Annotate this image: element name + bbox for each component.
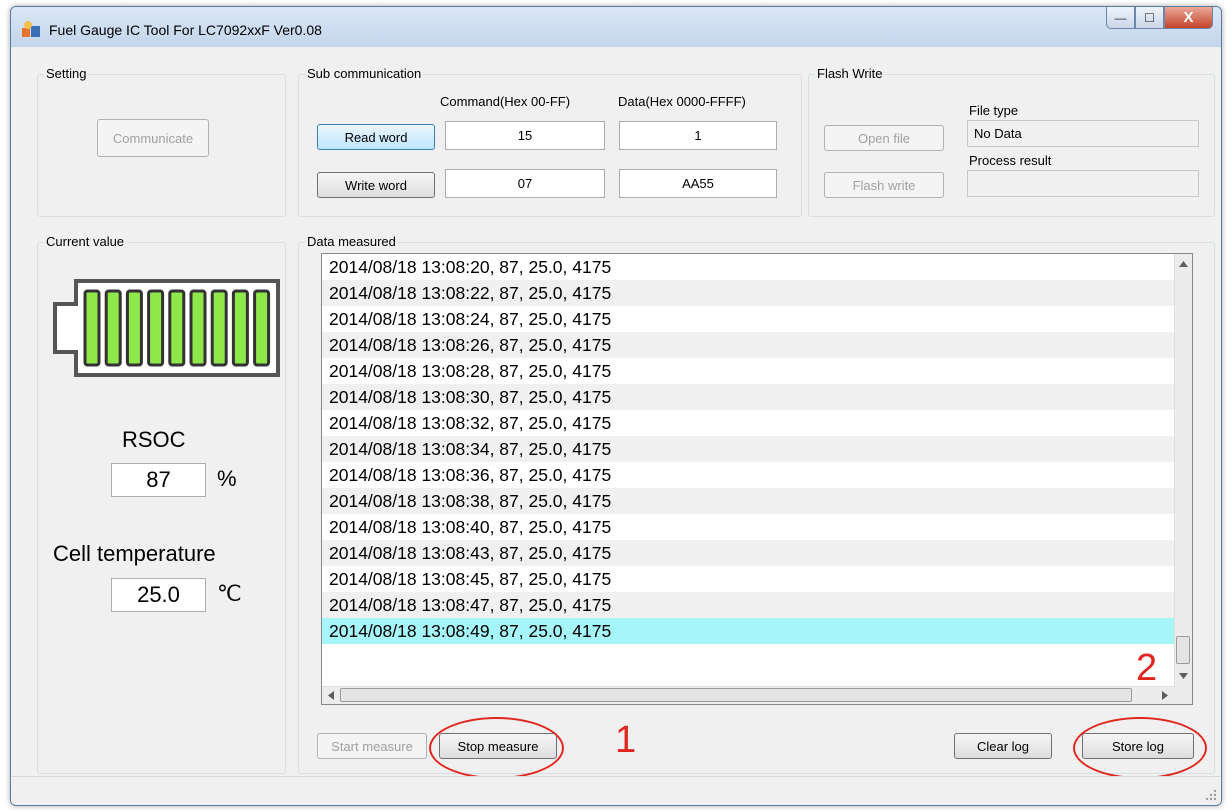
log-listbox[interactable]: 2014/08/18 13:08:20, 87, 25.0, 4175 2014/…: [321, 253, 1193, 705]
current-value-label: Current value: [44, 234, 127, 249]
log-row[interactable]: 2014/08/18 13:08:24, 87, 25.0, 4175: [322, 306, 1192, 332]
log-row[interactable]: 2014/08/18 13:08:32, 87, 25.0, 4175: [322, 410, 1192, 436]
rsoc-unit: %: [217, 466, 237, 491]
log-row[interactable]: 2014/08/18 13:08:45, 87, 25.0, 4175: [322, 566, 1192, 592]
cell-temperature-label: Cell temperature: [53, 541, 216, 566]
scroll-up-arrow-icon[interactable]: [1179, 261, 1188, 267]
window-title: Fuel Gauge IC Tool For LC7092xxF Ver0.08: [49, 22, 322, 38]
log-row[interactable]: 2014/08/18 13:08:49, 87, 25.0, 4175: [322, 618, 1192, 644]
battery-bar: [253, 289, 271, 367]
resize-grip-icon[interactable]: [1205, 789, 1217, 801]
data-column-header: Data(Hex 0000-FFFF): [618, 94, 746, 109]
log-row[interactable]: 2014/08/18 13:08:38, 87, 25.0, 4175: [322, 488, 1192, 514]
battery-bar: [83, 289, 101, 367]
log-row[interactable]: 2014/08/18 13:08:43, 87, 25.0, 4175: [322, 540, 1192, 566]
sub-communication-label: Sub communication: [305, 66, 424, 81]
stop-measure-highlight: [429, 717, 564, 779]
write-data-input[interactable]: AA55: [619, 169, 777, 198]
scroll-right-arrow-icon[interactable]: [1162, 691, 1168, 700]
communicate-button[interactable]: Communicate: [97, 119, 209, 157]
cell-temperature-value: 25.0: [111, 578, 206, 612]
scrollbar-corner: [1175, 687, 1192, 704]
data-measured-label: Data measured: [305, 234, 398, 249]
annotation-marker-1: 1: [615, 719, 637, 761]
battery-bar: [104, 289, 122, 367]
setting-group-label: Setting: [44, 66, 89, 81]
log-row[interactable]: 2014/08/18 13:08:22, 87, 25.0, 4175: [322, 280, 1192, 306]
open-file-button[interactable]: Open file: [824, 125, 944, 151]
write-command-input[interactable]: 07: [445, 169, 605, 198]
client-area: Setting Communicate Sub communication Co…: [19, 47, 1215, 779]
battery-bar: [125, 289, 143, 367]
annotation-marker-2: 2: [1136, 647, 1158, 689]
battery-bar: [189, 289, 207, 367]
battery-bar: [147, 289, 165, 367]
vertical-scrollbar[interactable]: [1174, 254, 1192, 687]
minimize-button[interactable]: —: [1106, 7, 1135, 29]
process-result-field: [967, 170, 1199, 197]
start-measure-button[interactable]: Start measure: [317, 733, 427, 759]
title-bar[interactable]: Fuel Gauge IC Tool For LC7092xxF Ver0.08…: [11, 7, 1221, 47]
status-bar: [11, 776, 1221, 805]
file-type-label: File type: [969, 103, 1019, 118]
maximize-button[interactable]: ☐: [1135, 7, 1164, 29]
clear-log-button[interactable]: Clear log: [954, 733, 1052, 759]
log-row[interactable]: 2014/08/18 13:08:30, 87, 25.0, 4175: [322, 384, 1192, 410]
read-data-input[interactable]: 1: [619, 121, 777, 150]
log-row[interactable]: 2014/08/18 13:08:28, 87, 25.0, 4175: [322, 358, 1192, 384]
battery-bar: [168, 289, 186, 367]
battery-icon: [53, 279, 280, 377]
read-word-button[interactable]: Read word: [317, 124, 435, 150]
read-command-input[interactable]: 15: [445, 121, 605, 150]
app-icon: [22, 21, 40, 37]
battery-bar: [231, 289, 249, 367]
cell-temperature-unit: ℃: [217, 581, 242, 606]
process-result-label: Process result: [969, 153, 1052, 168]
rsoc-value: 87: [111, 463, 206, 497]
horizontal-scroll-thumb[interactable]: [340, 688, 1132, 702]
log-row[interactable]: 2014/08/18 13:08:26, 87, 25.0, 4175: [322, 332, 1192, 358]
flash-write-button[interactable]: Flash write: [824, 172, 944, 198]
log-row[interactable]: 2014/08/18 13:08:36, 87, 25.0, 4175: [322, 462, 1192, 488]
log-row[interactable]: 2014/08/18 13:08:40, 87, 25.0, 4175: [322, 514, 1192, 540]
close-button[interactable]: X: [1164, 7, 1213, 29]
flash-write-label: Flash Write: [815, 66, 885, 81]
log-row[interactable]: 2014/08/18 13:08:20, 87, 25.0, 4175: [322, 254, 1192, 280]
scroll-left-arrow-icon[interactable]: [328, 691, 334, 700]
log-row[interactable]: 2014/08/18 13:08:47, 87, 25.0, 4175: [322, 592, 1192, 618]
vertical-scroll-thumb[interactable]: [1176, 636, 1190, 664]
log-row[interactable]: 2014/08/18 13:08:34, 87, 25.0, 4175: [322, 436, 1192, 462]
store-log-highlight: [1073, 717, 1207, 779]
write-word-button[interactable]: Write word: [317, 172, 435, 198]
command-column-header: Command(Hex 00-FF): [440, 94, 571, 109]
scroll-down-arrow-icon[interactable]: [1179, 673, 1188, 679]
file-type-field: No Data: [967, 120, 1199, 147]
rsoc-label: RSOC: [122, 427, 186, 452]
battery-bar: [210, 289, 228, 367]
app-window: Fuel Gauge IC Tool For LC7092xxF Ver0.08…: [10, 6, 1222, 806]
horizontal-scrollbar[interactable]: [322, 686, 1175, 704]
